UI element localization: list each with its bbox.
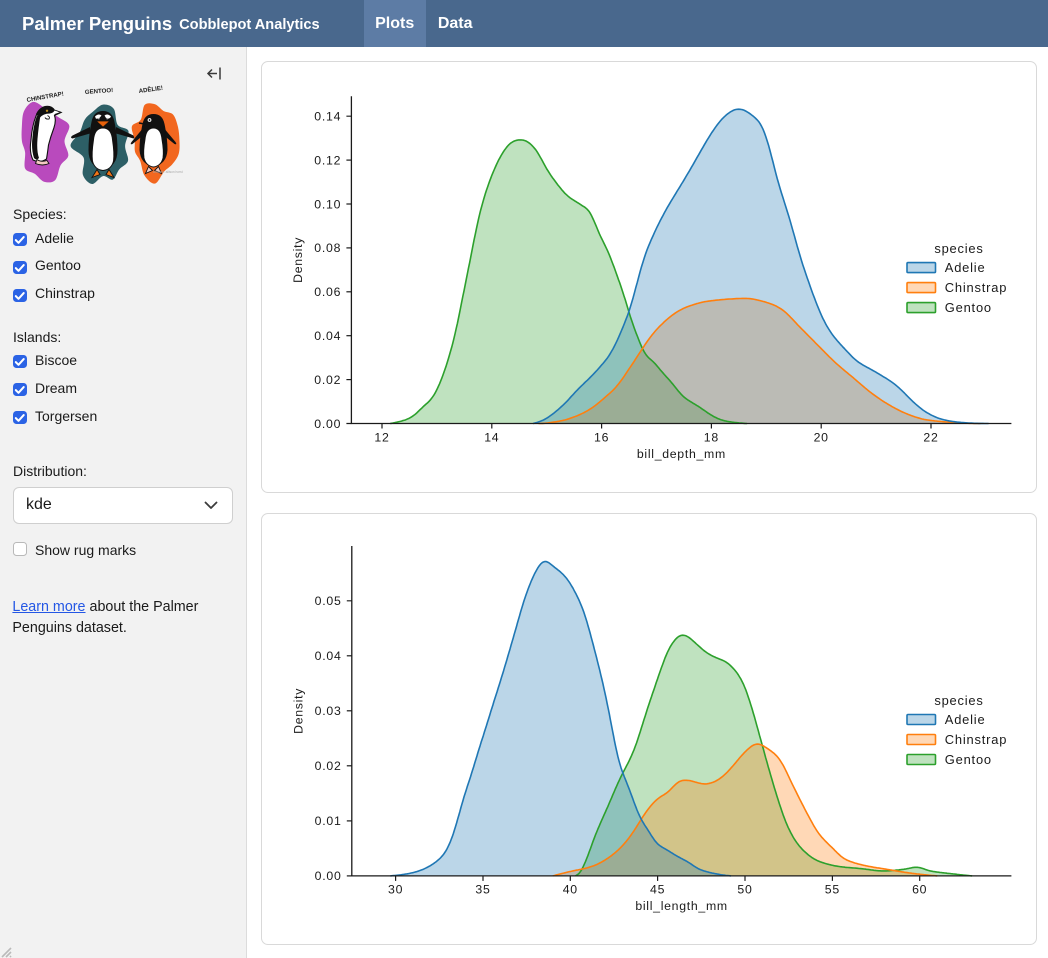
- svg-text:0.00: 0.00: [315, 869, 342, 883]
- svg-text:Adelie: Adelie: [945, 712, 986, 727]
- svg-text:0.02: 0.02: [315, 759, 342, 773]
- svg-text:0.02: 0.02: [314, 373, 341, 387]
- svg-text:CHINSTRAP!: CHINSTRAP!: [26, 91, 64, 104]
- svg-text:Chinstrap: Chinstrap: [945, 732, 1007, 747]
- svg-text:35: 35: [475, 883, 490, 897]
- svg-text:0.12: 0.12: [314, 153, 341, 167]
- svg-text:Chinstrap: Chinstrap: [945, 280, 1007, 295]
- svg-text:16: 16: [594, 430, 609, 444]
- svg-text:0.14: 0.14: [314, 110, 341, 124]
- svg-text:50: 50: [737, 883, 752, 897]
- svg-text:60: 60: [912, 883, 927, 897]
- svg-text:0.08: 0.08: [314, 241, 341, 255]
- svg-text:species: species: [934, 241, 983, 256]
- svg-text:0.01: 0.01: [315, 814, 342, 828]
- svg-text:40: 40: [563, 883, 578, 897]
- svg-text:Density: Density: [291, 688, 305, 734]
- svg-text:45: 45: [650, 883, 665, 897]
- svg-text:Gentoo: Gentoo: [945, 300, 992, 315]
- svg-text:species: species: [934, 693, 983, 708]
- svg-text:Gentoo: Gentoo: [945, 752, 992, 767]
- svg-text:0.00: 0.00: [314, 417, 341, 431]
- svg-text:Adelie: Adelie: [945, 260, 986, 275]
- svg-text:0.04: 0.04: [315, 649, 342, 663]
- svg-text:30: 30: [388, 883, 403, 897]
- svg-text:0.06: 0.06: [314, 285, 341, 299]
- svg-text:0.04: 0.04: [314, 329, 341, 343]
- svg-text:Density: Density: [291, 237, 305, 283]
- svg-text:ADĒLIE!: ADĒLIE!: [138, 85, 163, 95]
- svg-text:55: 55: [825, 883, 840, 897]
- svg-text:GENTOO!: GENTOO!: [85, 87, 114, 96]
- svg-text:18: 18: [704, 430, 719, 444]
- svg-text:12: 12: [374, 430, 389, 444]
- svg-text:bill_length_mm: bill_length_mm: [635, 899, 728, 913]
- svg-text:0.10: 0.10: [314, 197, 341, 211]
- svg-text:20: 20: [814, 430, 829, 444]
- svg-text:0.03: 0.03: [315, 704, 342, 718]
- svg-text:Artwork: allison horst: Artwork: allison horst: [153, 170, 183, 174]
- svg-text:22: 22: [923, 430, 938, 444]
- svg-text:0.05: 0.05: [315, 594, 342, 608]
- svg-text:bill_depth_mm: bill_depth_mm: [637, 447, 726, 461]
- svg-text:14: 14: [484, 430, 499, 444]
